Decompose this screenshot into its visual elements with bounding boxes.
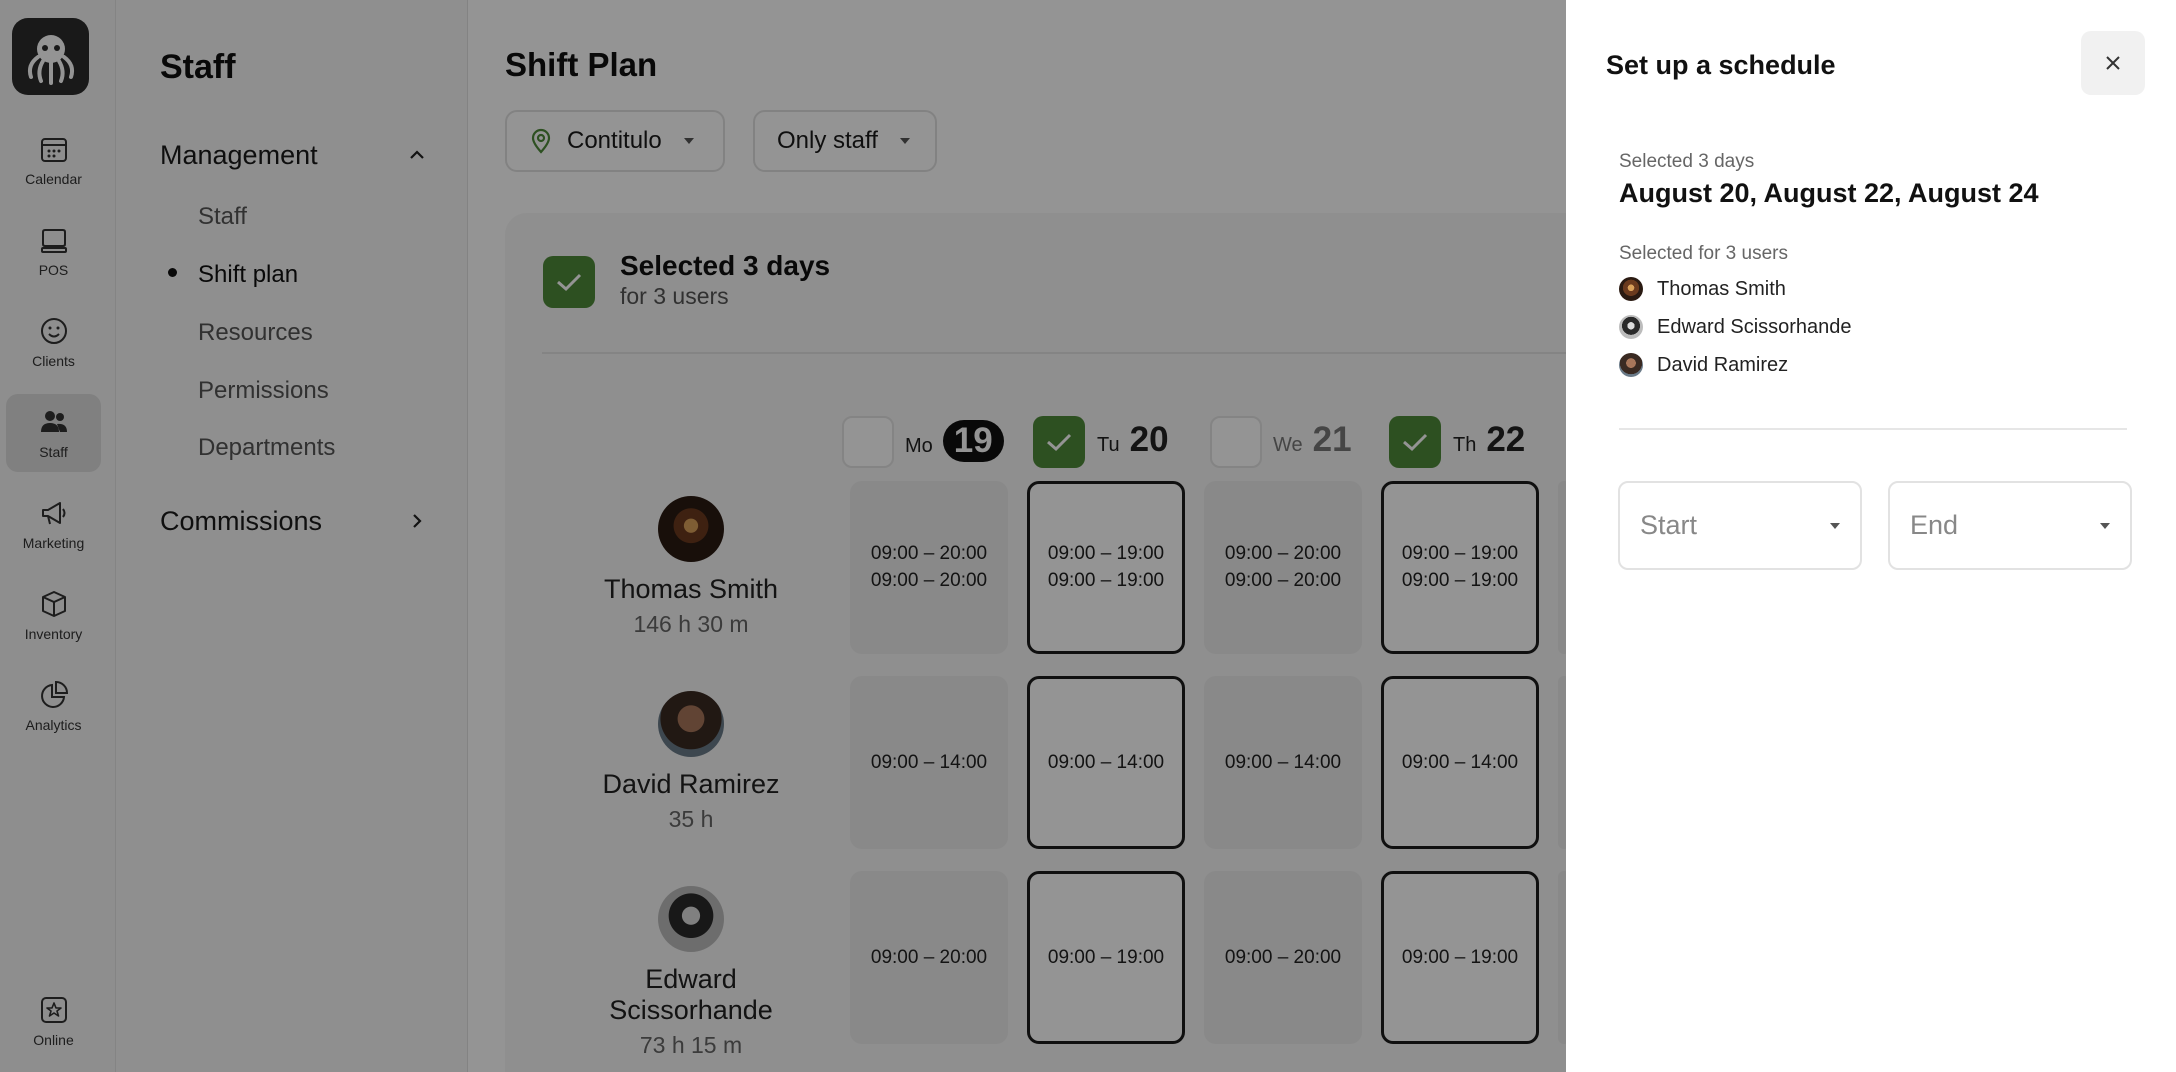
selected-dates: August 20, August 22, August 24 (1619, 178, 2039, 208)
close-button[interactable] (2081, 31, 2145, 95)
avatar (1619, 277, 1643, 301)
dropdown-caret-icon (2100, 522, 2110, 529)
start-time-select[interactable]: Start (1618, 481, 1862, 570)
start-time-placeholder: Start (1640, 510, 1698, 540)
selected-user: Thomas Smith (1619, 277, 1786, 301)
selected-days-label: Selected 3 days (1619, 151, 1755, 172)
selected-user-name: Thomas Smith (1657, 277, 1786, 300)
selected-user: David Ramirez (1619, 353, 1788, 377)
modal-backdrop[interactable] (0, 0, 1566, 1072)
dropdown-caret-icon (1830, 522, 1840, 529)
selected-user-name: Edward Scissorhande (1657, 315, 1852, 338)
selected-user-name: David Ramirez (1657, 353, 1789, 376)
divider (1619, 428, 2127, 430)
schedule-drawer: Set up a schedule Selected 3 days August… (1566, 0, 2176, 1072)
avatar (1619, 353, 1643, 377)
end-time-placeholder: End (1910, 510, 1959, 540)
end-time-select[interactable]: End (1888, 481, 2132, 570)
avatar (1619, 315, 1643, 339)
selected-user: Edward Scissorhande (1619, 315, 1852, 339)
drawer-title: Set up a schedule (1606, 50, 1836, 80)
selected-users-label: Selected for 3 users (1619, 243, 1788, 264)
close-icon (2106, 56, 2120, 70)
